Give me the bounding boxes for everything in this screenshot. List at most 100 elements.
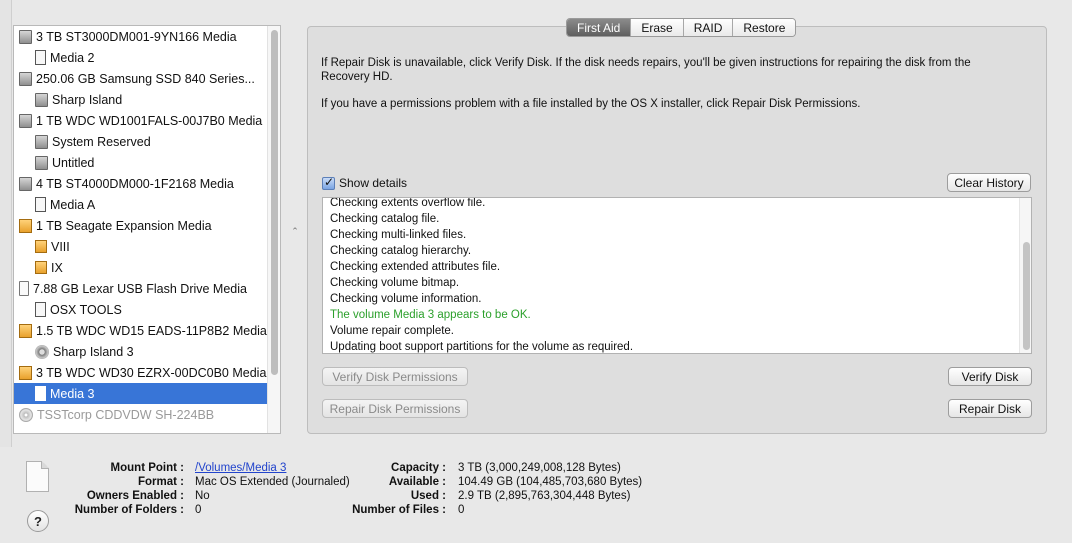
sidebar-item-label: 7.88 GB Lexar USB Flash Drive Media — [33, 281, 247, 296]
tab-raid[interactable]: RAID — [683, 19, 734, 36]
checkbox-checked-icon[interactable] — [322, 175, 335, 190]
capacity-label: Capacity : — [391, 462, 446, 474]
format-value: Mac OS Extended (Journaled) — [195, 476, 350, 488]
verify-disk-permissions-button[interactable]: Verify Disk Permissions — [322, 367, 468, 386]
verify-disk-button[interactable]: Verify Disk — [948, 367, 1032, 386]
tab-erase[interactable]: Erase — [631, 19, 684, 36]
external-volume-icon — [35, 240, 47, 253]
sidebar-item[interactable]: Sharp Island — [14, 89, 268, 110]
sidebar-item[interactable]: VIII — [14, 236, 268, 257]
hard-disk-volume-icon — [35, 134, 48, 149]
used-label: Used : — [410, 490, 446, 502]
sidebar-item-label: VIII — [51, 239, 70, 254]
folders-label: Number of Folders : — [74, 504, 184, 516]
log-line: Checking multi-linked files. — [330, 229, 467, 241]
external-volume-icon — [35, 261, 47, 274]
log-line: Checking extents overflow file. — [330, 197, 486, 209]
volume-icon — [35, 386, 46, 401]
volume-icon — [35, 50, 46, 65]
clear-history-button[interactable]: Clear History — [947, 173, 1031, 192]
log-line: Volume repair complete. — [330, 325, 455, 337]
sidebar-scrollbar[interactable] — [267, 26, 280, 433]
sidebar-item[interactable]: 1.5 TB WDC WD15 EADS-11P8B2 Media — [14, 320, 268, 341]
log-line: Checking catalog hierarchy. — [330, 245, 472, 257]
hard-disk-icon — [19, 113, 32, 128]
help-button[interactable]: ? — [27, 510, 49, 532]
sidebar-item[interactable]: OSX TOOLS — [14, 299, 268, 320]
sidebar-item[interactable]: Untitled — [14, 152, 268, 173]
repair-disk-permissions-button[interactable]: Repair Disk Permissions — [322, 399, 468, 418]
sidebar-item-label: Sharp Island — [52, 92, 123, 107]
folders-value: 0 — [195, 504, 202, 516]
mount-point-link[interactable]: /Volumes/Media 3 — [195, 461, 286, 475]
log-line: Checking catalog file. — [330, 213, 440, 225]
sidebar-item-label: 250.06 GB Samsung SSD 840 Series... — [36, 71, 255, 86]
info-paragraph-permissions: If you have a permissions problem with a… — [321, 98, 861, 110]
sidebar-item[interactable]: 1 TB WDC WD1001FALS-00J7B0 Media — [14, 110, 268, 131]
sidebar-item[interactable]: 250.06 GB Samsung SSD 840 Series... — [14, 68, 268, 89]
sidebar-item[interactable]: 3 TB WDC WD30 EZRX-00DC0B0 Media — [14, 362, 268, 383]
sidebar-item-label: System Reserved — [52, 134, 151, 149]
log-line: Checking volume information. — [330, 293, 482, 305]
tab-bar: First Aid Erase RAID Restore — [566, 18, 797, 37]
sidebar-item-label: OSX TOOLS — [50, 302, 122, 317]
sidebar-item-label: IX — [51, 260, 63, 275]
sidebar-item[interactable]: 1 TB Seagate Expansion Media — [14, 215, 268, 236]
repair-disk-button[interactable]: Repair Disk — [948, 399, 1032, 418]
sidebar-item[interactable]: 4 TB ST4000DM000-1F2168 Media — [14, 173, 268, 194]
info-paragraph-verify: If Repair Disk is unavailable, click Ver… — [321, 57, 971, 83]
files-label: Number of Files : — [352, 504, 446, 516]
external-disk-icon — [19, 218, 32, 233]
sidebar-item-label: 3 TB WDC WD30 EZRX-00DC0B0 Media — [36, 365, 267, 380]
external-disk-icon — [19, 323, 32, 338]
device-sidebar[interactable]: 3 TB ST3000DM001-9YN166 Media Media 2 250.… — [13, 25, 281, 434]
sidebar-item[interactable]: IX — [14, 257, 268, 278]
log-scroll-thumb[interactable] — [1023, 242, 1030, 350]
sidebar-item-label: 1 TB Seagate Expansion Media — [36, 218, 212, 233]
tab-restore[interactable]: Restore — [733, 19, 796, 36]
log-line: Updating boot support partitions for the… — [330, 341, 634, 353]
sidebar-item[interactable]: 3 TB ST3000DM001-9YN166 Media — [14, 26, 268, 47]
sidebar-item-label: 1.5 TB WDC WD15 EADS-11P8B2 Media — [36, 323, 267, 338]
files-value: 0 — [458, 504, 465, 516]
show-details-label: Show details — [339, 176, 408, 190]
log-line: Checking volume bitmap. — [330, 277, 460, 289]
capacity-value: 3 TB (3,000,249,008,128 Bytes) — [458, 462, 621, 474]
sidebar-item-label: Sharp Island 3 — [53, 344, 134, 359]
sidebar-item[interactable]: System Reserved — [14, 131, 268, 152]
show-details-checkbox[interactable]: Show details — [322, 175, 408, 190]
log-scrollbar[interactable] — [1019, 198, 1031, 353]
hard-disk-volume-icon — [35, 155, 48, 170]
available-value: 104.49 GB (104,485,703,680 Bytes) — [458, 476, 643, 488]
sidebar-item-label: Media 3 — [50, 386, 95, 401]
sidebar-item-label: Media A — [50, 197, 96, 212]
sidebar-scroll-thumb[interactable] — [271, 30, 278, 375]
tab-first-aid[interactable]: First Aid — [567, 19, 632, 36]
available-label: Available : — [388, 476, 446, 488]
repair-log: Checking extents overflow file. Checking … — [322, 197, 1032, 354]
sidebar-item[interactable]: Sharp Island 3 — [14, 341, 268, 362]
sidebar-item-label: 1 TB WDC WD1001FALS-00J7B0 Media — [36, 113, 263, 128]
sidebar-item-label: Untitled — [52, 155, 95, 170]
volume-document-icon — [26, 461, 49, 492]
external-disk-icon — [19, 365, 32, 380]
format-label: Format : — [138, 476, 184, 488]
log-line: The volume Media 3 appears to be OK. — [330, 309, 531, 321]
mount-point-label: Mount Point : — [110, 462, 184, 474]
log-line: Checking extended attributes file. — [330, 261, 501, 273]
usb-drive-icon — [19, 281, 29, 296]
hard-disk-volume-icon — [35, 92, 48, 107]
used-value: 2.9 TB (2,895,763,304,448 Bytes) — [458, 490, 631, 502]
hard-disk-icon — [19, 71, 32, 86]
sidebar-item-label: 4 TB ST4000DM000-1F2168 Media — [36, 176, 234, 191]
sidebar-item-label: TSSTcorp CDDVDW SH-224BB — [37, 407, 215, 422]
network-volume-icon — [35, 344, 49, 359]
sidebar-item[interactable]: 7.88 GB Lexar USB Flash Drive Media — [14, 278, 268, 299]
sidebar-item[interactable]: Media 3 — [14, 383, 268, 404]
log-lines: Checking extents overflow file. Checking … — [330, 197, 634, 353]
sidebar-item[interactable]: Media 2 — [14, 47, 268, 68]
split-divider-handle[interactable]: ⌃ — [290, 226, 300, 236]
sidebar-item[interactable]: Media A — [14, 194, 268, 215]
hard-disk-icon — [19, 29, 32, 44]
sidebar-item[interactable]: TSSTcorp CDDVDW SH-224BB — [14, 404, 268, 425]
